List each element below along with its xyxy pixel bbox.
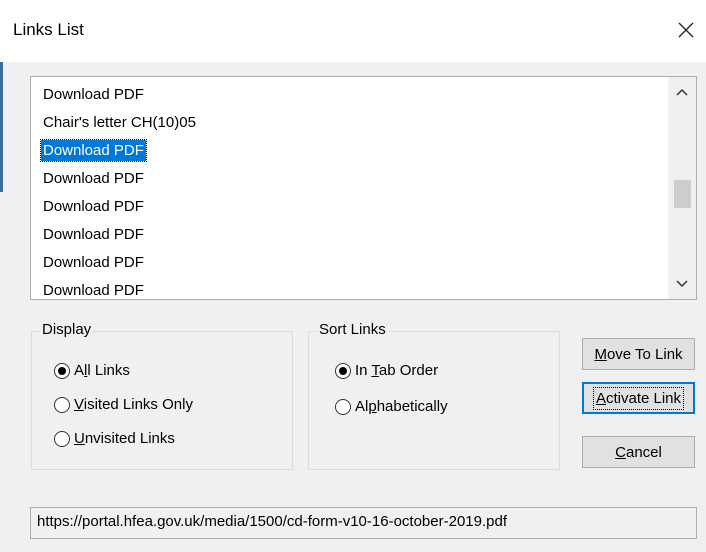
dialog-title: Links List — [13, 20, 84, 39]
radio-label-post: isited Links Only — [83, 396, 193, 413]
activate-link-button[interactable]: Activate Link — [582, 382, 695, 414]
list-item[interactable]: Download PDF — [31, 81, 667, 109]
cancel-label: Cancel — [615, 444, 662, 461]
radio-label: Alphabetically — [355, 398, 448, 415]
button-label-text: ctivate Link — [605, 389, 682, 407]
list-item-label: Download PDF — [43, 226, 144, 243]
radio-button-icon[interactable] — [54, 430, 70, 447]
radio-label: All Links — [74, 362, 130, 379]
list-item-label: Download PDF — [43, 86, 144, 103]
accel-key: C — [615, 443, 626, 461]
radio-button-icon[interactable] — [54, 396, 70, 413]
button-label-text: ancel — [625, 443, 662, 461]
list-item[interactable]: Download PDF — [31, 137, 667, 165]
radio-label: In Tab Order — [355, 362, 438, 379]
links-list-dialog: Links List Download PDF Chair's letter CH… — [0, 0, 706, 552]
list-item-label: Download PDF — [40, 139, 147, 162]
link-url-field: https://portal.hfea.gov.uk/media/1500/cd… — [30, 507, 697, 539]
display-radio-0[interactable]: All Links — [54, 362, 130, 379]
radio-label-post: ab Order — [378, 362, 439, 379]
close-button[interactable] — [666, 8, 706, 52]
list-item[interactable]: Download PDF — [31, 277, 667, 299]
radio-button-icon[interactable] — [335, 362, 351, 379]
radio-label-pre: A — [74, 362, 85, 379]
list-item[interactable]: Download PDF — [31, 221, 667, 249]
title-bar: Links List — [0, 0, 706, 62]
vertical-scrollbar[interactable] — [668, 77, 696, 299]
radio-button-icon[interactable] — [335, 398, 351, 415]
scroll-up-button[interactable] — [668, 79, 696, 105]
radio-label-post: l Links — [87, 362, 130, 379]
accel-key: A — [595, 389, 606, 407]
radio-label: Unvisited Links — [74, 430, 175, 447]
accel-key: U — [74, 430, 85, 447]
list-item[interactable]: Download PDF — [31, 193, 667, 221]
list-item[interactable]: Chair's letter CH(10)05 — [31, 109, 667, 137]
radio-label-post: habetically — [376, 398, 448, 415]
activate-link-label: Activate Link — [592, 386, 685, 410]
chevron-down-icon — [676, 280, 688, 288]
window-edge — [0, 62, 3, 192]
scroll-down-button[interactable] — [668, 271, 696, 297]
radio-label-post: nvisited Links — [84, 430, 175, 447]
accel-key: p — [368, 398, 377, 415]
sort-links-group: Sort Links In Tab Order Alphabetically — [308, 321, 560, 470]
links-listbox[interactable]: Download PDF Chair's letter CH(10)05 Downl… — [30, 76, 697, 300]
accel-key: T — [371, 362, 379, 379]
cancel-button[interactable]: Cancel — [582, 436, 695, 468]
move-to-link-label: Move To Link — [594, 346, 682, 363]
links-items: Download PDF Chair's letter CH(10)05 Downl… — [31, 81, 667, 299]
sort-links-group-label: Sort Links — [317, 321, 388, 338]
display-group-label: Display — [40, 321, 94, 338]
list-item-label: Download PDF — [43, 282, 144, 299]
accel-key: M — [594, 345, 607, 363]
chevron-up-icon — [676, 88, 688, 96]
radio-label-pre: Al — [355, 398, 369, 415]
list-item-label: Download PDF — [43, 254, 144, 271]
close-icon — [678, 22, 694, 38]
display-radio-2[interactable]: Unvisited Links — [54, 430, 175, 447]
scroll-thumb[interactable] — [674, 180, 691, 208]
list-item[interactable]: Download PDF — [31, 165, 667, 193]
sort-radio-1[interactable]: Alphabetically — [335, 398, 448, 415]
list-item-label: Chair's letter CH(10)05 — [43, 114, 196, 131]
accel-key: V — [74, 396, 84, 413]
button-label-text: ove To Link — [606, 345, 683, 363]
sort-radio-0[interactable]: In Tab Order — [335, 362, 438, 379]
radio-label: Visited Links Only — [74, 396, 193, 413]
list-item-label: Download PDF — [43, 198, 144, 215]
display-group: Display All Links Visited Links Only Unvis… — [31, 321, 293, 470]
list-item-label: Download PDF — [43, 170, 144, 187]
display-radio-1[interactable]: Visited Links Only — [54, 396, 193, 413]
move-to-link-button[interactable]: Move To Link — [582, 338, 695, 370]
radio-button-icon[interactable] — [54, 362, 70, 379]
radio-label-pre: In — [355, 362, 372, 379]
list-item[interactable]: Download PDF — [31, 249, 667, 277]
